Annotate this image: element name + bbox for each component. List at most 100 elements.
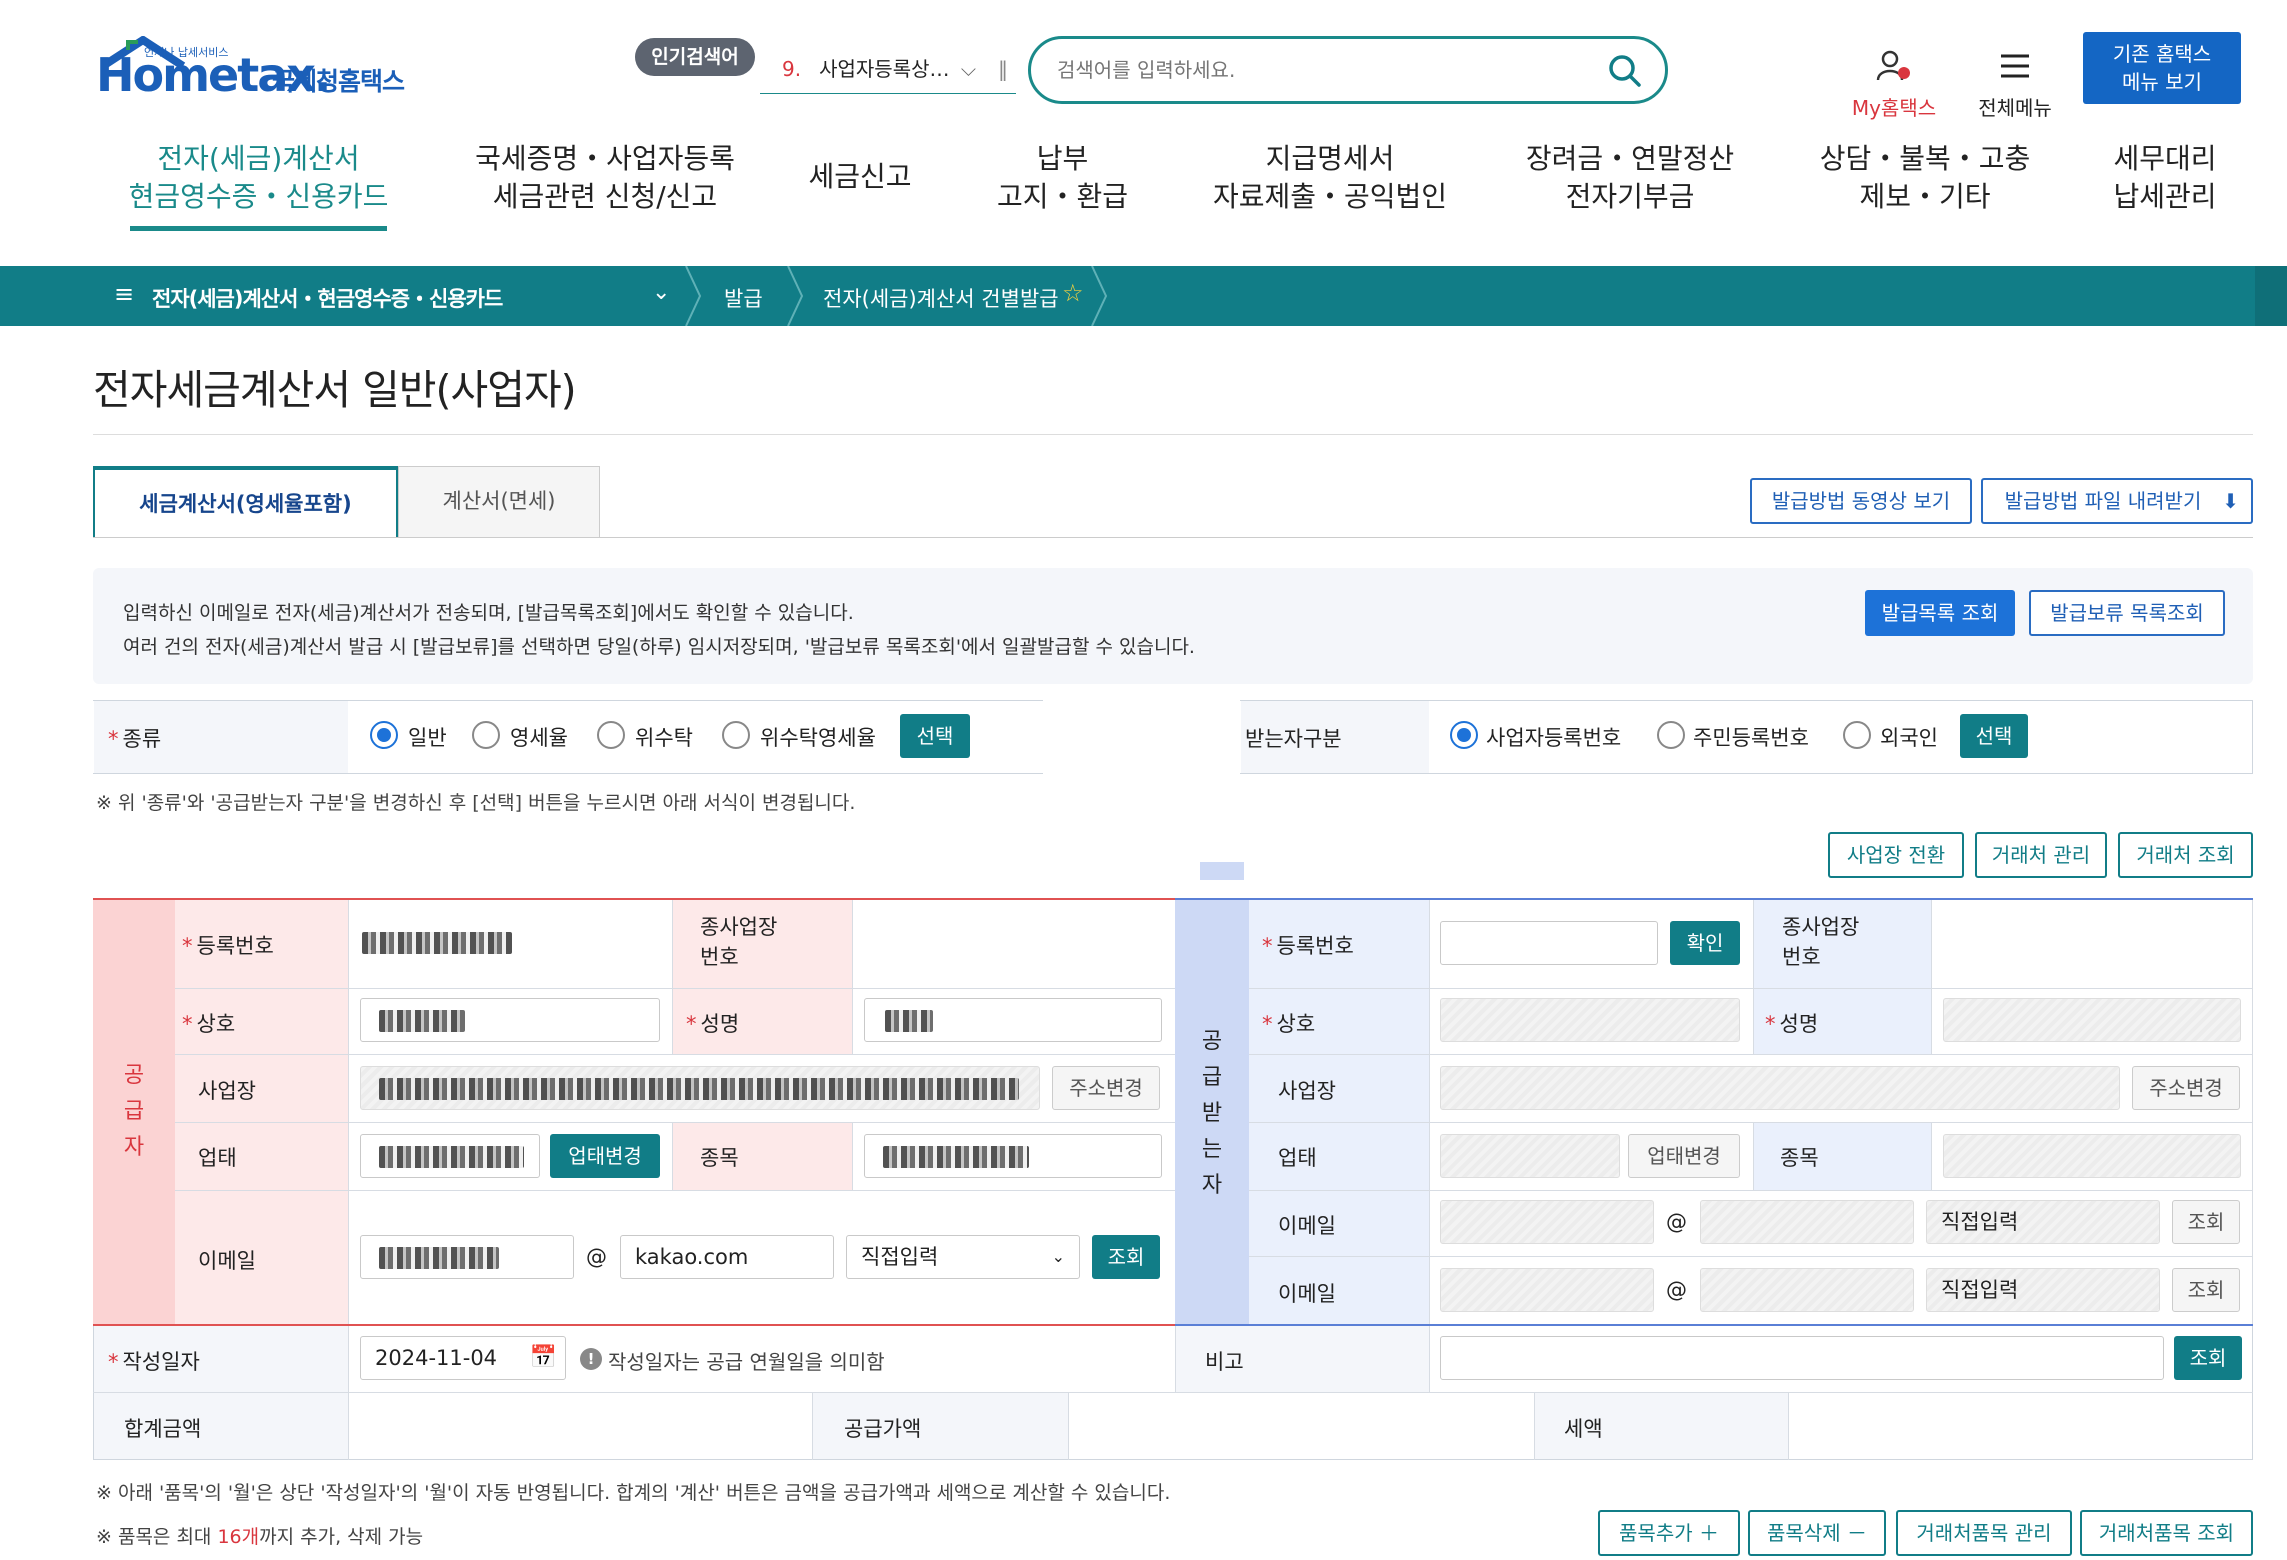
star-favorite-icon[interactable]: ☆ (1062, 279, 1084, 307)
kind-select-button[interactable]: 선택 (900, 714, 970, 758)
buyer-address-input[interactable] (1440, 1066, 2120, 1110)
gnb-label-line1: 장려금・연말정산 (1525, 142, 1735, 175)
receiver-select-button[interactable]: 선택 (1960, 714, 2028, 758)
hamburger-icon (2001, 54, 2029, 78)
col-divider (1753, 900, 1754, 1054)
col-divider (1068, 1392, 1069, 1460)
supplier-name-input[interactable] (360, 998, 660, 1042)
add-item-button[interactable]: 품목추가 ＋ (1598, 1510, 1740, 1556)
calendar-icon[interactable]: 📅 (530, 1337, 557, 1379)
supplier-email-domain-input[interactable]: kakao.com (620, 1235, 834, 1279)
supplier-address-input[interactable] (360, 1066, 1040, 1110)
buyer-email1-id-input[interactable] (1440, 1200, 1654, 1244)
manage-items-button[interactable]: 거래처품목 관리 (1896, 1510, 2072, 1556)
buyer-email2-lookup-button[interactable]: 조회 (2172, 1268, 2240, 1312)
supplier-biztype-change-button[interactable]: 업태변경 (550, 1134, 660, 1178)
tab-tax-invoice[interactable]: 세금계산서(영세율포함) (93, 466, 398, 538)
item-limit-prefix: ※ 품목은 최대 (96, 1526, 218, 1548)
supplier-email-id-input[interactable] (360, 1235, 574, 1279)
row-divider (175, 1190, 1175, 1191)
buyer-top-border (1175, 898, 2253, 900)
buyer-biztype-input[interactable] (1440, 1134, 1620, 1178)
tab-invoice-exempt[interactable]: 계산서(면세) (398, 466, 600, 538)
col-divider (672, 900, 673, 1054)
row-divider (1249, 1256, 2253, 1257)
buyer-email2-domain-input[interactable] (1700, 1268, 1914, 1312)
download-icon: ⬇ (2222, 489, 2239, 513)
remark-input[interactable] (1440, 1336, 2164, 1380)
gnb-tax-return[interactable]: 세금신고 (790, 158, 930, 196)
manage-partner-button[interactable]: 거래처 관리 (1975, 832, 2107, 878)
supplier-address-change-button[interactable]: 주소변경 (1052, 1066, 1160, 1110)
gnb-tax-agent[interactable]: 세무대리 납세관리 (2090, 140, 2240, 216)
popular-search-ticker[interactable]: 9. 사업자등록상… ⌵ ‖ (760, 52, 1016, 94)
supplier-biztype-input[interactable] (360, 1134, 540, 1178)
hamburger-icon[interactable]: ≡ (114, 280, 134, 308)
receiver-radio-bizno[interactable] (1450, 721, 1478, 749)
popular-term[interactable]: 사업자등록상… (819, 57, 949, 81)
supplier-item-input[interactable] (864, 1134, 1162, 1178)
buyer-biztype-change-button[interactable]: 업태변경 (1628, 1134, 1740, 1178)
logo-korean[interactable]: 국세청홈택스 (272, 62, 405, 98)
supplier-address-label: 사업장 (198, 1079, 256, 1103)
buyer-rep-input[interactable] (1943, 998, 2241, 1042)
buyer-email1-domain-input[interactable] (1700, 1200, 1914, 1244)
switch-place-button[interactable]: 사업장 전환 (1828, 832, 1964, 878)
row-divider (1249, 988, 2253, 989)
kind-radio-general[interactable] (370, 721, 398, 749)
buyer-name-input[interactable] (1440, 998, 1740, 1042)
my-hometax-link[interactable]: My홈택스 (1848, 48, 1940, 121)
delete-item-button[interactable]: 품목삭제 － (1748, 1510, 1886, 1556)
kind-radio-consign-zero[interactable] (722, 721, 750, 749)
required-mark: * (108, 1350, 119, 1374)
gnb-statement[interactable]: 지급명세서 자료제출・공익법인 (1200, 140, 1460, 216)
search-input[interactable] (1057, 51, 1597, 89)
tax-label-cell: 세액 (1534, 1393, 1788, 1459)
search-icon[interactable] (1605, 51, 1645, 91)
col-divider (1753, 1122, 1754, 1190)
buyer-name-label: 상호 (1276, 1012, 1316, 1036)
total-label: 합계금액 (124, 1417, 202, 1441)
buyer-address-change-button[interactable]: 주소변경 (2132, 1066, 2240, 1110)
lookup-partner-button[interactable]: 거래처 조회 (2118, 832, 2253, 878)
issue-list-button[interactable]: 발급목록 조회 (1865, 590, 2015, 636)
gnb-consult[interactable]: 상담・불복・고충 제보・기타 (1800, 140, 2050, 216)
guide-video-button[interactable]: 발급방법 동영상 보기 (1750, 478, 1972, 524)
buyer-item-input[interactable] (1943, 1134, 2241, 1178)
old-hometax-menu-button[interactable]: 기존 홈택스 메뉴 보기 (2083, 32, 2241, 104)
receiver-radio-resident[interactable] (1657, 721, 1685, 749)
hold-list-button[interactable]: 발급보류 목록조회 (2029, 590, 2225, 636)
kind-radio-zero-rate[interactable] (472, 721, 500, 749)
supplier-email-select[interactable]: 직접입력 ⌄ (846, 1235, 1080, 1279)
receiver-radio-foreigner[interactable] (1843, 721, 1871, 749)
remark-lookup-button[interactable]: 조회 (2174, 1336, 2242, 1380)
breadcrumb: ≡ 전자(세금)계산서・현금영수증・신용카드 ⌄ 발급 전자(세금)계산서 건별… (0, 266, 2287, 326)
buyer-email1-select[interactable]: 직접입력 (1926, 1200, 2160, 1244)
breadcrumb-level3[interactable]: 전자(세금)계산서 건별발급 (823, 283, 1059, 313)
gnb-certificate[interactable]: 국세증명・사업자등록 세금관련 신청/신고 (455, 140, 755, 216)
supplier-biztype-label: 업태 (198, 1146, 237, 1170)
supplier-email-lookup-button[interactable]: 조회 (1092, 1235, 1160, 1279)
buyer-reg-no-confirm-button[interactable]: 확인 (1670, 921, 1740, 965)
gnb-incentive[interactable]: 장려금・연말정산 전자기부금 (1510, 140, 1750, 216)
buyer-email2-select[interactable]: 직접입력 (1926, 1268, 2160, 1312)
old-menu-line2: 메뉴 보기 (2122, 70, 2202, 94)
total-label-cell: 합계금액 (94, 1393, 348, 1459)
kind-radio-consign[interactable] (597, 721, 625, 749)
buyer-email1-lookup-button[interactable]: 조회 (2172, 1200, 2240, 1244)
chevron-down-icon[interactable]: ⌄ (652, 280, 670, 305)
breadcrumb-menu[interactable]: 전자(세금)계산서・현금영수증・신용카드 (152, 283, 503, 313)
buyer-email2-id-input[interactable] (1440, 1268, 1654, 1312)
masked-value (379, 1010, 465, 1032)
breadcrumb-level2[interactable]: 발급 (724, 283, 763, 313)
gnb-etax[interactable]: 전자(세금)계산서 현금영수증・신용카드 (120, 140, 397, 216)
date-input[interactable]: 2024-11-04 📅 (360, 1336, 566, 1380)
chevron-down-icon[interactable]: ⌵ (961, 52, 976, 86)
lookup-items-button[interactable]: 거래처품목 조회 (2080, 1510, 2253, 1556)
supplier-rep-input[interactable] (864, 998, 1162, 1042)
all-menu-button[interactable]: 전체메뉴 (1970, 48, 2060, 121)
gnb-payment[interactable]: 납부 고지・환급 (975, 140, 1150, 216)
pause-icon[interactable]: ‖ (998, 52, 1008, 86)
buyer-reg-no-input[interactable] (1440, 921, 1658, 965)
guide-download-button[interactable]: 발급방법 파일 내려받기 ⬇ (1981, 478, 2253, 524)
